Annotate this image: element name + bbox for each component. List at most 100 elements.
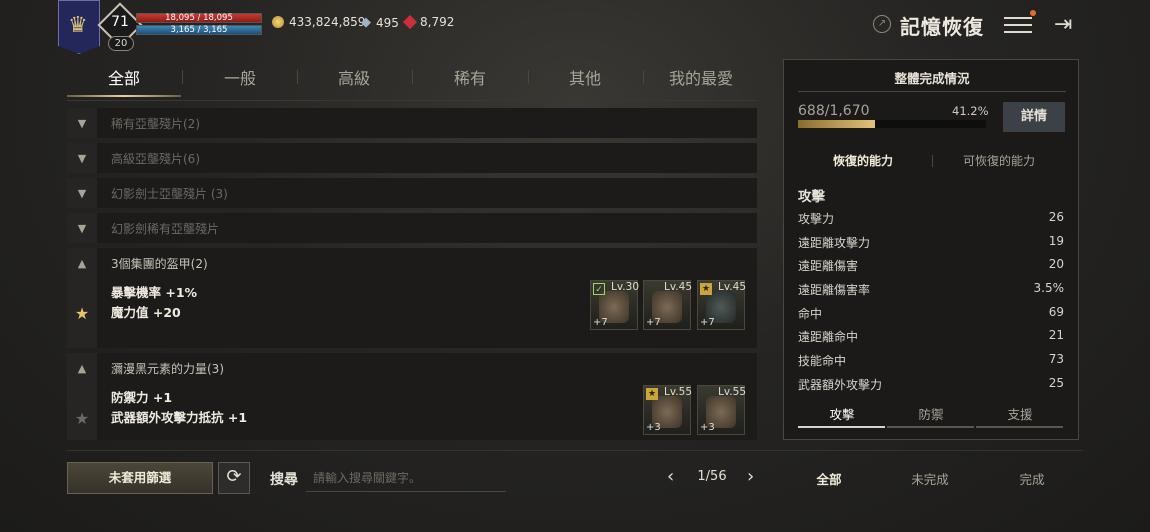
item-enhance: +3	[700, 422, 715, 433]
tab-rare[interactable]: 稀有	[412, 65, 528, 89]
mp-bar: 3,165 / 3,165	[136, 25, 262, 35]
tab-all[interactable]: 全部	[66, 65, 182, 89]
external-link-icon[interactable]: ↗	[873, 15, 891, 33]
equipment-slot[interactable]: ★ Lv.55 +3	[643, 385, 692, 435]
check-icon: ✓	[593, 283, 605, 295]
equipment-slot[interactable]: Lv.55 +3	[697, 385, 746, 435]
exit-icon[interactable]: ⇥	[1054, 12, 1072, 37]
item-level: Lv.45	[664, 281, 692, 293]
stat-value: 21	[1048, 328, 1064, 342]
list-item-label: 幻影劍士亞壟殘片 (3)	[111, 186, 228, 201]
filter-tab-complete[interactable]: 完成	[992, 469, 1072, 488]
item-enhance: +7	[646, 317, 661, 328]
progress-count: 688/1,670	[798, 103, 870, 119]
collapse-icon[interactable]: ▲	[67, 248, 97, 278]
stat-row: 遠距離攻擊力 19	[798, 234, 1064, 251]
tab-favorites[interactable]: 我的最愛	[643, 65, 759, 89]
page-indicator: 1/56	[697, 469, 727, 484]
player-sub-level: 20	[108, 36, 134, 51]
filter-tab-all[interactable]: 全部	[789, 469, 869, 488]
group-stat: 暴擊機率 +1%	[111, 285, 198, 300]
gem-display: 8,792	[402, 14, 455, 30]
progress-percent: 41.2%	[952, 104, 989, 118]
stat-name: 武器額外攻擊力	[798, 378, 883, 392]
gem-amount: 8,792	[420, 15, 455, 29]
list-item[interactable]: ▼ 幻影劍稀有亞壟殘片	[67, 213, 757, 243]
gold-display: 433,824,859	[272, 15, 365, 29]
search-label: 搜尋	[270, 472, 298, 488]
item-level: Lv.55	[718, 386, 746, 398]
tab-restored-abilities[interactable]: 恢復的能力	[798, 152, 928, 169]
expand-icon[interactable]: ▼	[67, 108, 97, 138]
list-item-label: 稀有亞壟殘片(2)	[111, 116, 200, 131]
section-title: 攻擊	[798, 189, 825, 205]
stat-name: 遠距離命中	[798, 330, 859, 344]
favorite-star-icon[interactable]: ★	[67, 383, 97, 440]
tab-divider	[297, 70, 298, 84]
stat-row: 遠距離傷害 20	[798, 257, 1064, 274]
collapse-icon[interactable]: ▲	[67, 353, 97, 383]
stat-value: 25	[1048, 376, 1064, 390]
tab-divider	[412, 70, 413, 84]
notification-dot	[1030, 10, 1036, 16]
tab-divider	[182, 70, 183, 84]
collection-group: ▲ 3個集團的盔甲(2) ★ 暴擊機率 +1% 魔力值 +20 ✓ Lv.30 …	[67, 248, 757, 348]
stat-value: 20	[1048, 257, 1064, 271]
panel-title: 整體完成情況	[894, 71, 970, 86]
progress-fill	[798, 120, 876, 128]
expand-icon[interactable]: ▼	[67, 143, 97, 173]
tab-defense[interactable]: 防禦	[887, 404, 975, 423]
filter-button[interactable]: 未套用篩選	[67, 462, 213, 494]
chevron-right-icon[interactable]: ›	[747, 466, 754, 487]
rank-badge-icon: ★	[646, 388, 658, 400]
active-tab-indicator	[67, 95, 181, 97]
tab-restorable-abilities[interactable]: 可恢復的能力	[934, 152, 1064, 169]
equipment-slot[interactable]: ★ Lv.45 +7	[697, 280, 746, 330]
tab-other[interactable]: 其他	[527, 65, 643, 89]
group-header[interactable]: ▲ 3個集團的盔甲(2)	[67, 248, 757, 278]
crown-icon: ♛	[68, 13, 88, 38]
list-item[interactable]: ▼ 稀有亞壟殘片(2)	[67, 108, 757, 138]
expand-icon[interactable]: ▼	[67, 178, 97, 208]
tab-attack[interactable]: 攻擊	[798, 404, 886, 423]
equipment-slot[interactable]: ✓ Lv.30 +7	[590, 280, 639, 330]
group-stat: 防禦力 +1	[111, 390, 173, 405]
tab-support[interactable]: 支援	[976, 404, 1064, 423]
tab-normal[interactable]: 一般	[182, 65, 298, 89]
favorite-star-icon[interactable]: ★	[67, 278, 97, 348]
red-gem-icon	[402, 14, 418, 30]
menu-icon[interactable]	[1004, 12, 1032, 38]
chevron-left-icon[interactable]: ‹	[667, 466, 674, 487]
item-level: Lv.30	[611, 281, 639, 293]
details-button[interactable]: 詳情	[1003, 102, 1065, 132]
list-item[interactable]: ▼ 幻影劍士亞壟殘片 (3)	[67, 178, 757, 208]
stat-value: 69	[1048, 305, 1064, 319]
list-item-label: 高級亞壟殘片(6)	[111, 151, 200, 166]
item-level: Lv.55	[664, 386, 692, 398]
divider	[798, 91, 1066, 92]
stat-name: 技能命中	[798, 354, 847, 368]
gold-coin-icon	[272, 16, 284, 28]
stat-name: 遠距離傷害	[798, 259, 859, 273]
stat-row: 武器額外攻擊力 25	[798, 376, 1064, 393]
player-level: 71	[111, 14, 129, 30]
search-input[interactable]	[306, 464, 506, 492]
divider	[67, 100, 757, 101]
collection-list: ▼ 稀有亞壟殘片(2) ▼ 高級亞壟殘片(6) ▼ 幻影劍士亞壟殘片 (3) ▼…	[67, 108, 757, 440]
refresh-icon[interactable]: ⟳	[218, 462, 250, 494]
tab-divider	[932, 155, 933, 167]
equipment-slot[interactable]: Lv.45 +7	[643, 280, 692, 330]
stat-name: 攻擊力	[798, 212, 835, 226]
group-stat: 魔力值 +20	[111, 305, 181, 320]
group-title: 3個集團的盔甲(2)	[111, 256, 208, 271]
guild-emblem[interactable]: ♛	[58, 0, 100, 54]
collection-group: ▲ 瀰漫黑元素的力量(3) ★ 防禦力 +1 武器額外攻擊力抵抗 +1 ★ Lv…	[67, 353, 757, 440]
item-enhance: +7	[700, 317, 715, 328]
hp-bar: 18,095 / 18,095	[136, 13, 262, 23]
stat-value: 3.5%	[1033, 281, 1065, 295]
tab-advanced[interactable]: 高級	[296, 65, 412, 89]
expand-icon[interactable]: ▼	[67, 213, 97, 243]
filter-tab-incomplete[interactable]: 未完成	[890, 469, 970, 488]
group-header[interactable]: ▲ 瀰漫黑元素的力量(3)	[67, 353, 757, 383]
list-item[interactable]: ▼ 高級亞壟殘片(6)	[67, 143, 757, 173]
